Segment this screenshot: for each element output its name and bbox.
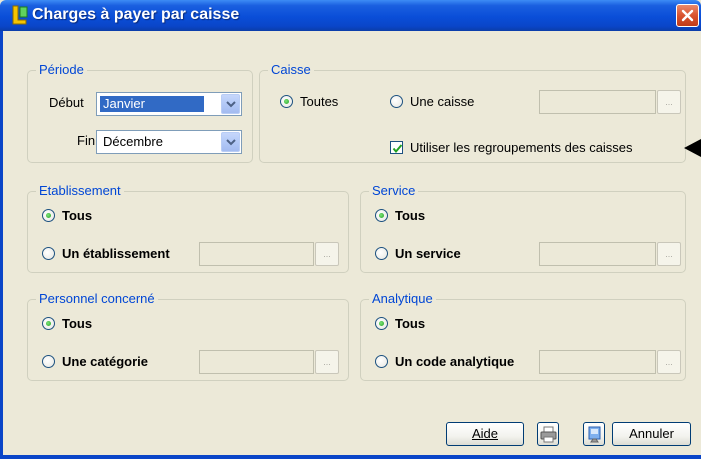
aide-button[interactable]: Aide <box>446 422 524 446</box>
periode-group: Période Début Janvier Fin Décembre <box>27 62 253 163</box>
caisse-code-field[interactable] <box>539 90 656 114</box>
dialog-window: Charges à payer par caisse Période Début… <box>0 0 701 459</box>
debut-dropdown-button[interactable] <box>221 94 240 114</box>
personnel-browse-button[interactable]: ... <box>315 350 339 374</box>
personnel-un-label[interactable]: Une catégorie <box>62 354 148 369</box>
window-frame-bottom <box>0 455 701 459</box>
printer-icon <box>540 426 557 443</box>
preview-icon <box>588 426 601 443</box>
etablissement-tous-label[interactable]: Tous <box>62 208 92 223</box>
personnel-group: Personnel concerné Tous Une catégorie ..… <box>27 291 349 381</box>
caisse-group: Caisse Toutes Une caisse ... Utiliser le… <box>259 62 686 163</box>
etablissement-group: Etablissement Tous Un établissement ... <box>27 183 349 273</box>
browse-button-label: ... <box>665 97 673 107</box>
debut-value: Janvier <box>100 96 204 112</box>
close-icon <box>681 9 694 22</box>
service-group: Service Tous Un service ... <box>360 183 686 273</box>
personnel-tous-label[interactable]: Tous <box>62 316 92 331</box>
chevron-down-icon <box>226 139 236 146</box>
service-legend: Service <box>369 183 419 198</box>
title-bar[interactable]: Charges à payer par caisse <box>0 0 701 31</box>
service-tous-label[interactable]: Tous <box>395 208 425 223</box>
analytique-group: Analytique Tous Un code analytique ... <box>360 291 686 381</box>
fin-select[interactable]: Décembre <box>96 130 242 154</box>
service-code-field[interactable] <box>539 242 656 266</box>
regroupement-checkbox[interactable] <box>390 141 403 154</box>
service-un-radio[interactable] <box>375 247 388 260</box>
caisse-une-label[interactable]: Une caisse <box>410 94 474 109</box>
fin-label: Fin <box>77 133 96 148</box>
fin-value: Décembre <box>103 134 163 149</box>
app-logo-icon <box>12 5 28 25</box>
regroupement-label[interactable]: Utiliser les regroupements des caisses <box>410 140 633 155</box>
browse-button-label: ... <box>323 249 331 259</box>
preview-button[interactable] <box>583 422 605 446</box>
pointer-arrow-icon <box>684 139 701 157</box>
caisse-toutes-label[interactable]: Toutes <box>300 94 338 109</box>
analytique-un-radio[interactable] <box>375 355 388 368</box>
service-tous-radio[interactable] <box>375 209 388 222</box>
analytique-un-label[interactable]: Un code analytique <box>395 354 514 369</box>
chevron-down-icon <box>226 101 236 108</box>
analytique-tous-label[interactable]: Tous <box>395 316 425 331</box>
etablissement-legend: Etablissement <box>36 183 124 198</box>
browse-button-label: ... <box>323 357 331 367</box>
personnel-un-radio[interactable] <box>42 355 55 368</box>
etablissement-tous-radio[interactable] <box>42 209 55 222</box>
annuler-button-label: Annuler <box>629 426 674 441</box>
service-un-label[interactable]: Un service <box>395 246 461 261</box>
personnel-legend: Personnel concerné <box>36 291 158 306</box>
analytique-tous-radio[interactable] <box>375 317 388 330</box>
caisse-legend: Caisse <box>268 62 314 77</box>
caisse-browse-button[interactable]: ... <box>657 90 681 114</box>
annuler-button[interactable]: Annuler <box>612 422 691 446</box>
etablissement-un-label[interactable]: Un établissement <box>62 246 170 261</box>
personnel-code-field[interactable] <box>199 350 314 374</box>
caisse-toutes-radio[interactable] <box>280 95 293 108</box>
dialog-body: Période Début Janvier Fin Décembre Caiss… <box>3 31 695 455</box>
analytique-browse-button[interactable]: ... <box>657 350 681 374</box>
debut-select[interactable]: Janvier <box>96 92 242 116</box>
browse-button-label: ... <box>665 249 673 259</box>
window-title: Charges à payer par caisse <box>32 6 240 23</box>
personnel-tous-radio[interactable] <box>42 317 55 330</box>
caisse-une-radio[interactable] <box>390 95 403 108</box>
aide-button-label: Aide <box>471 426 499 441</box>
etablissement-un-radio[interactable] <box>42 247 55 260</box>
close-button[interactable] <box>676 4 699 27</box>
periode-legend: Période <box>36 62 87 77</box>
analytique-legend: Analytique <box>369 291 436 306</box>
analytique-code-field[interactable] <box>539 350 656 374</box>
print-button[interactable] <box>537 422 559 446</box>
etablissement-browse-button[interactable]: ... <box>315 242 339 266</box>
checkmark-icon <box>392 144 403 154</box>
browse-button-label: ... <box>665 357 673 367</box>
etablissement-code-field[interactable] <box>199 242 314 266</box>
service-browse-button[interactable]: ... <box>657 242 681 266</box>
fin-dropdown-button[interactable] <box>221 132 240 152</box>
debut-label: Début <box>49 95 84 110</box>
